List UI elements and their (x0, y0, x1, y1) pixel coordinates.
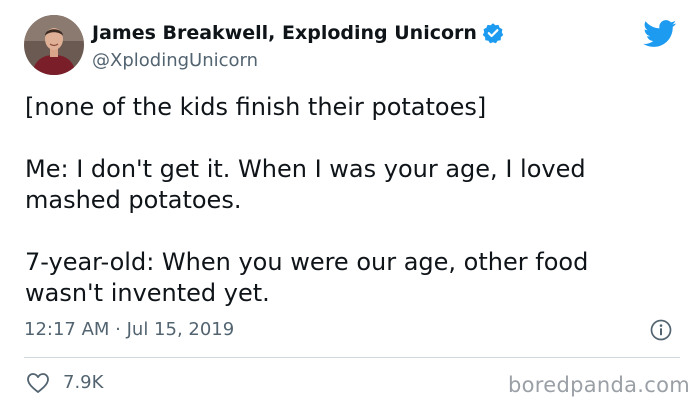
divider (24, 357, 680, 358)
tweet-paragraph: Me: I don't get it. When I was your age,… (25, 155, 586, 214)
tweet-paragraph: [none of the kids finish their potatoes] (25, 93, 487, 121)
tweet-paragraph: 7-year-old: When you were our age, other… (25, 248, 589, 307)
author-name-row: James Breakwell, Exploding Unicorn (92, 21, 504, 45)
twitter-bird-icon[interactable] (643, 20, 677, 48)
tweet-timestamp[interactable]: 12:17 AM · Jul 15, 2019 (24, 318, 234, 342)
author-avatar[interactable] (24, 15, 84, 75)
tweet-card: James Breakwell, Exploding Unicorn @Xplo… (0, 0, 700, 410)
verified-badge-icon (482, 22, 504, 44)
author-display-name[interactable]: James Breakwell, Exploding Unicorn (92, 21, 477, 45)
like-action[interactable]: 7.9K (26, 371, 103, 395)
tweet-text: [none of the kids finish their potatoes]… (25, 92, 685, 309)
author-handle[interactable]: @XplodingUnicorn (92, 49, 258, 73)
info-icon[interactable] (650, 319, 672, 341)
like-count: 7.9K (63, 372, 104, 393)
source-watermark: boredpanda.com (508, 373, 691, 397)
heart-icon[interactable] (26, 372, 50, 394)
